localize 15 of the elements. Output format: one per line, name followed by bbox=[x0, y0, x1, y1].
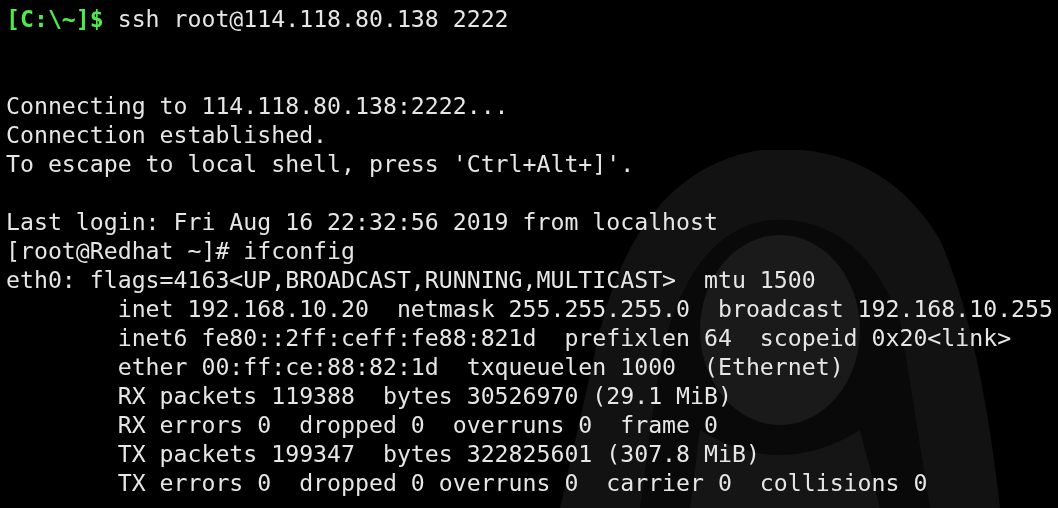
output-line: Connecting to 114.118.80.138:2222... bbox=[6, 92, 509, 119]
output-line: To escape to local shell, press 'Ctrl+Alt+]'. bbox=[6, 150, 635, 177]
output-line: TX errors 0 dropped 0 overruns 0 carrier 0 collisions 0 bbox=[116, 469, 928, 496]
output-line: eth0: flags=4163<UP,BROADCAST,RUNNING,MULTICAST> mtu 1500 bbox=[6, 266, 816, 293]
command-text: ssh root@114.118.80.138 2222 bbox=[116, 5, 509, 32]
output-line: TX packets 199347 bytes 322825601 (307.8 MiB) bbox=[116, 440, 760, 467]
output-line: ether 00:ff:ce:88:82:1d txqueuelen 1000 (Ethernet) bbox=[116, 353, 844, 380]
shell-prompt: [C:\~]$ bbox=[6, 5, 104, 32]
output-line: inet 192.168.10.20 netmask 255.255.255.0 broadcast 192.168.10.255 bbox=[116, 295, 1053, 322]
output-line: Last login: Fri Aug 16 22:32:56 2019 from localhost bbox=[6, 208, 718, 235]
output-line: RX errors 0 dropped 0 overruns 0 frame 0 bbox=[116, 411, 718, 438]
output-line: Connection established. bbox=[6, 121, 328, 148]
output-line: RX packets 119388 bytes 30526970 (29.1 MiB) bbox=[116, 382, 732, 409]
output-line: [root@Redhat ~]# ifconfig bbox=[6, 237, 355, 264]
output-line: inet6 fe80::2ff:ceff:fe88:821d prefixlen 64 scopeid 0x20<link> bbox=[116, 324, 1012, 351]
